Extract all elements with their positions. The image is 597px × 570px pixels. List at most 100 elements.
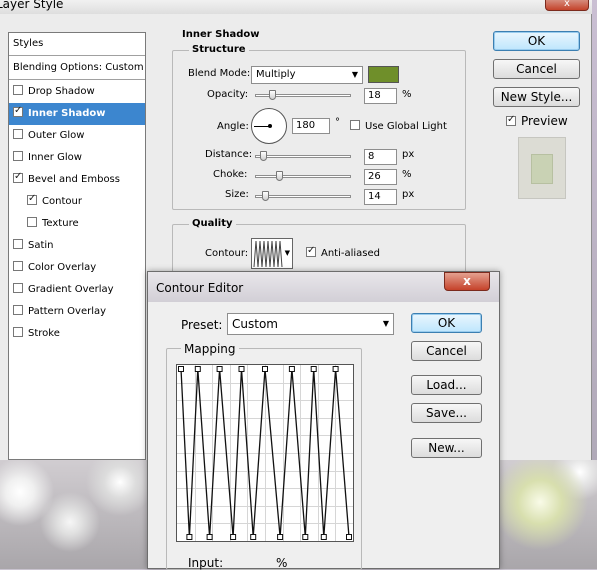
load-button[interactable]: Load... — [411, 375, 482, 395]
effect-item-inner-shadow[interactable]: Inner Shadow — [9, 103, 145, 125]
checkbox-icon[interactable] — [13, 129, 23, 139]
panel-title: Inner Shadow — [182, 29, 260, 40]
effect-item-texture[interactable]: Texture — [9, 213, 145, 235]
mapping-title: Mapping — [181, 342, 239, 356]
effect-item-stroke[interactable]: Stroke — [9, 323, 145, 345]
new-style-button[interactable]: New Style... — [493, 87, 580, 107]
choke-slider[interactable] — [255, 175, 351, 178]
choke-input[interactable]: 26 — [364, 169, 397, 185]
styles-header[interactable]: Styles — [9, 33, 145, 56]
checkbox-icon[interactable] — [13, 283, 23, 293]
preview-swatch — [531, 154, 553, 184]
save-button[interactable]: Save... — [411, 403, 482, 423]
distance-unit: px — [402, 149, 415, 160]
distance-label: Distance: — [205, 149, 253, 160]
angle-dial[interactable] — [251, 108, 287, 144]
choke-slider-thumb[interactable] — [276, 171, 283, 181]
size-unit: px — [402, 189, 415, 200]
new-button[interactable]: New... — [411, 438, 482, 458]
close-icon[interactable]: x — [545, 0, 589, 11]
choke-label: Choke: — [213, 169, 248, 180]
close-icon[interactable]: x — [444, 272, 490, 291]
opacity-slider-thumb[interactable] — [269, 90, 276, 100]
curve-point[interactable] — [277, 534, 284, 540]
curve-point[interactable] — [216, 366, 223, 372]
effect-item-pattern-overlay[interactable]: Pattern Overlay — [9, 301, 145, 323]
preset-value: Custom — [232, 317, 278, 331]
preset-select[interactable]: Custom ▼ — [227, 313, 394, 335]
blend-color-swatch[interactable] — [368, 66, 399, 83]
curve-point[interactable] — [186, 534, 193, 540]
checkbox-icon[interactable] — [350, 120, 360, 130]
opacity-unit: % — [402, 89, 412, 100]
effect-label: Texture — [42, 218, 79, 229]
curve-point[interactable] — [206, 534, 213, 540]
effect-item-contour[interactable]: Contour — [9, 191, 145, 213]
curve-point[interactable] — [250, 534, 257, 540]
effect-label: Outer Glow — [28, 130, 85, 141]
contour-cancel-button[interactable]: Cancel — [411, 341, 482, 361]
contour-label: Contour: — [205, 248, 249, 259]
curve-point[interactable] — [302, 534, 309, 540]
opacity-input[interactable]: 18 — [364, 88, 397, 104]
distance-input[interactable]: 8 — [364, 149, 397, 165]
effect-label: Contour — [42, 196, 82, 207]
ok-button[interactable]: OK — [493, 31, 580, 51]
checkbox-icon[interactable] — [13, 171, 23, 183]
blend-mode-select[interactable]: Multiply ▼ — [251, 66, 363, 84]
size-slider-thumb[interactable] — [262, 191, 269, 201]
curve-point[interactable] — [194, 366, 201, 372]
effect-label: Stroke — [28, 328, 60, 339]
blending-options-item[interactable]: Blending Options: Custom — [9, 57, 145, 80]
mapping-curve-canvas[interactable] — [176, 364, 354, 542]
structure-title: Structure — [189, 44, 249, 55]
curve-point[interactable] — [230, 534, 237, 540]
checkbox-icon[interactable] — [13, 239, 23, 249]
quality-title: Quality — [189, 218, 236, 229]
blend-mode-value: Multiply — [256, 69, 296, 80]
curve-point[interactable] — [262, 366, 268, 372]
curve-point[interactable] — [310, 366, 317, 372]
anti-aliased-checkbox[interactable]: Anti-aliased — [306, 245, 380, 259]
effect-item-outer-glow[interactable]: Outer Glow — [9, 125, 145, 147]
effect-item-inner-glow[interactable]: Inner Glow — [9, 147, 145, 169]
curve-point[interactable] — [332, 366, 339, 372]
effect-item-drop-shadow[interactable]: Drop Shadow — [9, 81, 145, 103]
distance-slider-thumb[interactable] — [260, 151, 267, 161]
checkbox-icon[interactable] — [27, 193, 37, 205]
curve-point[interactable] — [320, 534, 327, 540]
angle-unit: ° — [335, 117, 340, 128]
checkbox-icon[interactable] — [13, 105, 23, 117]
blend-mode-label: Blend Mode: — [188, 68, 251, 79]
checkbox-icon[interactable] — [13, 327, 23, 337]
effect-item-bevel-and-emboss[interactable]: Bevel and Emboss — [9, 169, 145, 191]
size-slider[interactable] — [255, 195, 351, 198]
checkbox-icon[interactable] — [13, 305, 23, 315]
effect-item-satin[interactable]: Satin — [9, 235, 145, 257]
checkbox-icon[interactable] — [27, 217, 37, 227]
checkbox-icon[interactable] — [506, 114, 516, 126]
curve-point[interactable] — [288, 366, 295, 372]
contour-picker[interactable]: ▼ — [251, 238, 293, 269]
checkbox-icon[interactable] — [13, 85, 23, 95]
effect-label: Drop Shadow — [28, 86, 95, 97]
contour-editor-titlebar[interactable]: Contour Editor x — [148, 272, 499, 302]
angle-input[interactable]: 180 — [292, 118, 330, 134]
checkbox-icon[interactable] — [13, 261, 23, 271]
effect-item-gradient-overlay[interactable]: Gradient Overlay — [9, 279, 145, 301]
effect-item-color-overlay[interactable]: Color Overlay — [9, 257, 145, 279]
preview-checkbox[interactable]: Preview — [506, 114, 568, 128]
layer-style-titlebar[interactable]: Layer Style x — [0, 0, 592, 14]
size-input[interactable]: 14 — [364, 189, 397, 205]
contour-ok-button[interactable]: OK — [411, 313, 482, 333]
curve-point[interactable] — [238, 366, 245, 372]
effect-label: Inner Glow — [28, 152, 82, 163]
cancel-button[interactable]: Cancel — [493, 59, 580, 79]
checkbox-icon[interactable] — [306, 245, 316, 257]
checkbox-icon[interactable] — [13, 151, 23, 161]
global-light-checkbox[interactable]: Use Global Light — [350, 120, 447, 132]
distance-slider[interactable] — [255, 155, 351, 158]
curve-point[interactable] — [346, 534, 352, 540]
curve-graph[interactable] — [177, 365, 353, 541]
curve-point[interactable] — [178, 366, 184, 372]
